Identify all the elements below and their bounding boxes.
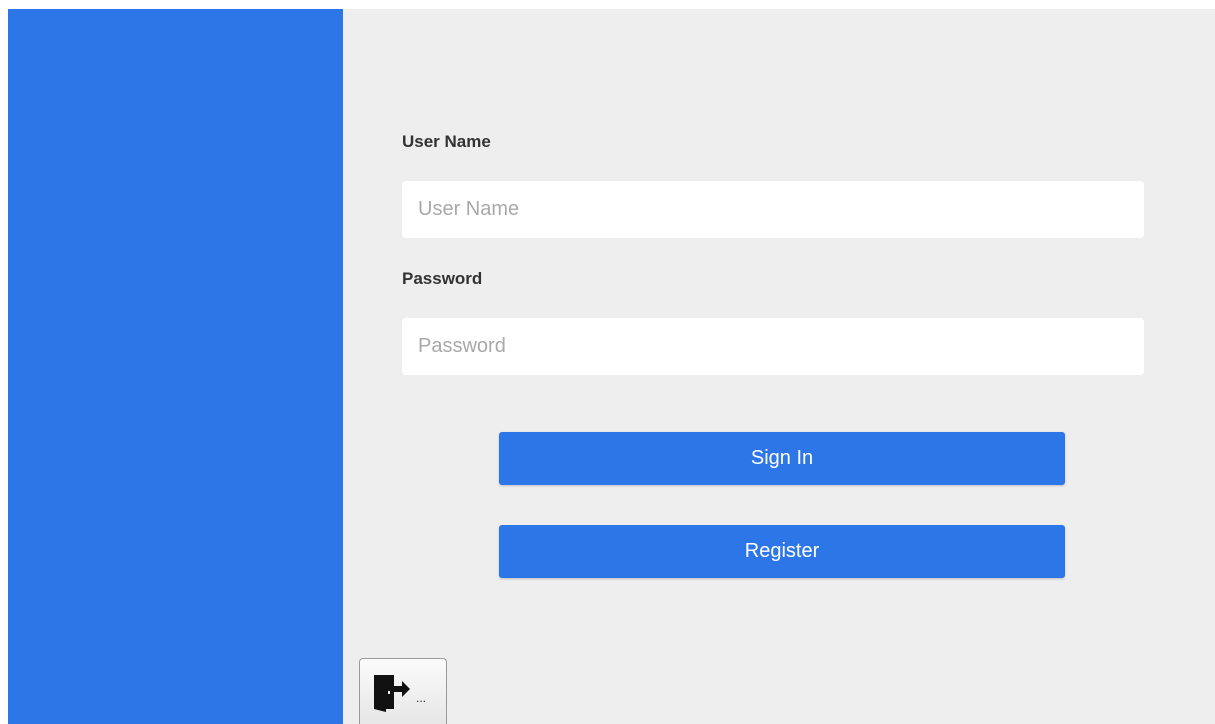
- login-window: User Name Password Sign In Register ...: [8, 9, 1215, 724]
- side-panel: [8, 9, 343, 724]
- exit-button-ellipsis: ...: [416, 690, 427, 705]
- username-input[interactable]: [402, 181, 1144, 238]
- password-input[interactable]: [402, 318, 1144, 375]
- password-label: Password: [402, 269, 483, 288]
- username-label: User Name: [402, 132, 491, 151]
- login-panel: User Name Password Sign In Register ...: [343, 9, 1215, 724]
- sign-in-button[interactable]: Sign In: [499, 432, 1065, 485]
- exit-door-icon: [374, 674, 410, 712]
- register-button[interactable]: Register: [499, 525, 1065, 578]
- exit-button[interactable]: ...: [359, 658, 447, 724]
